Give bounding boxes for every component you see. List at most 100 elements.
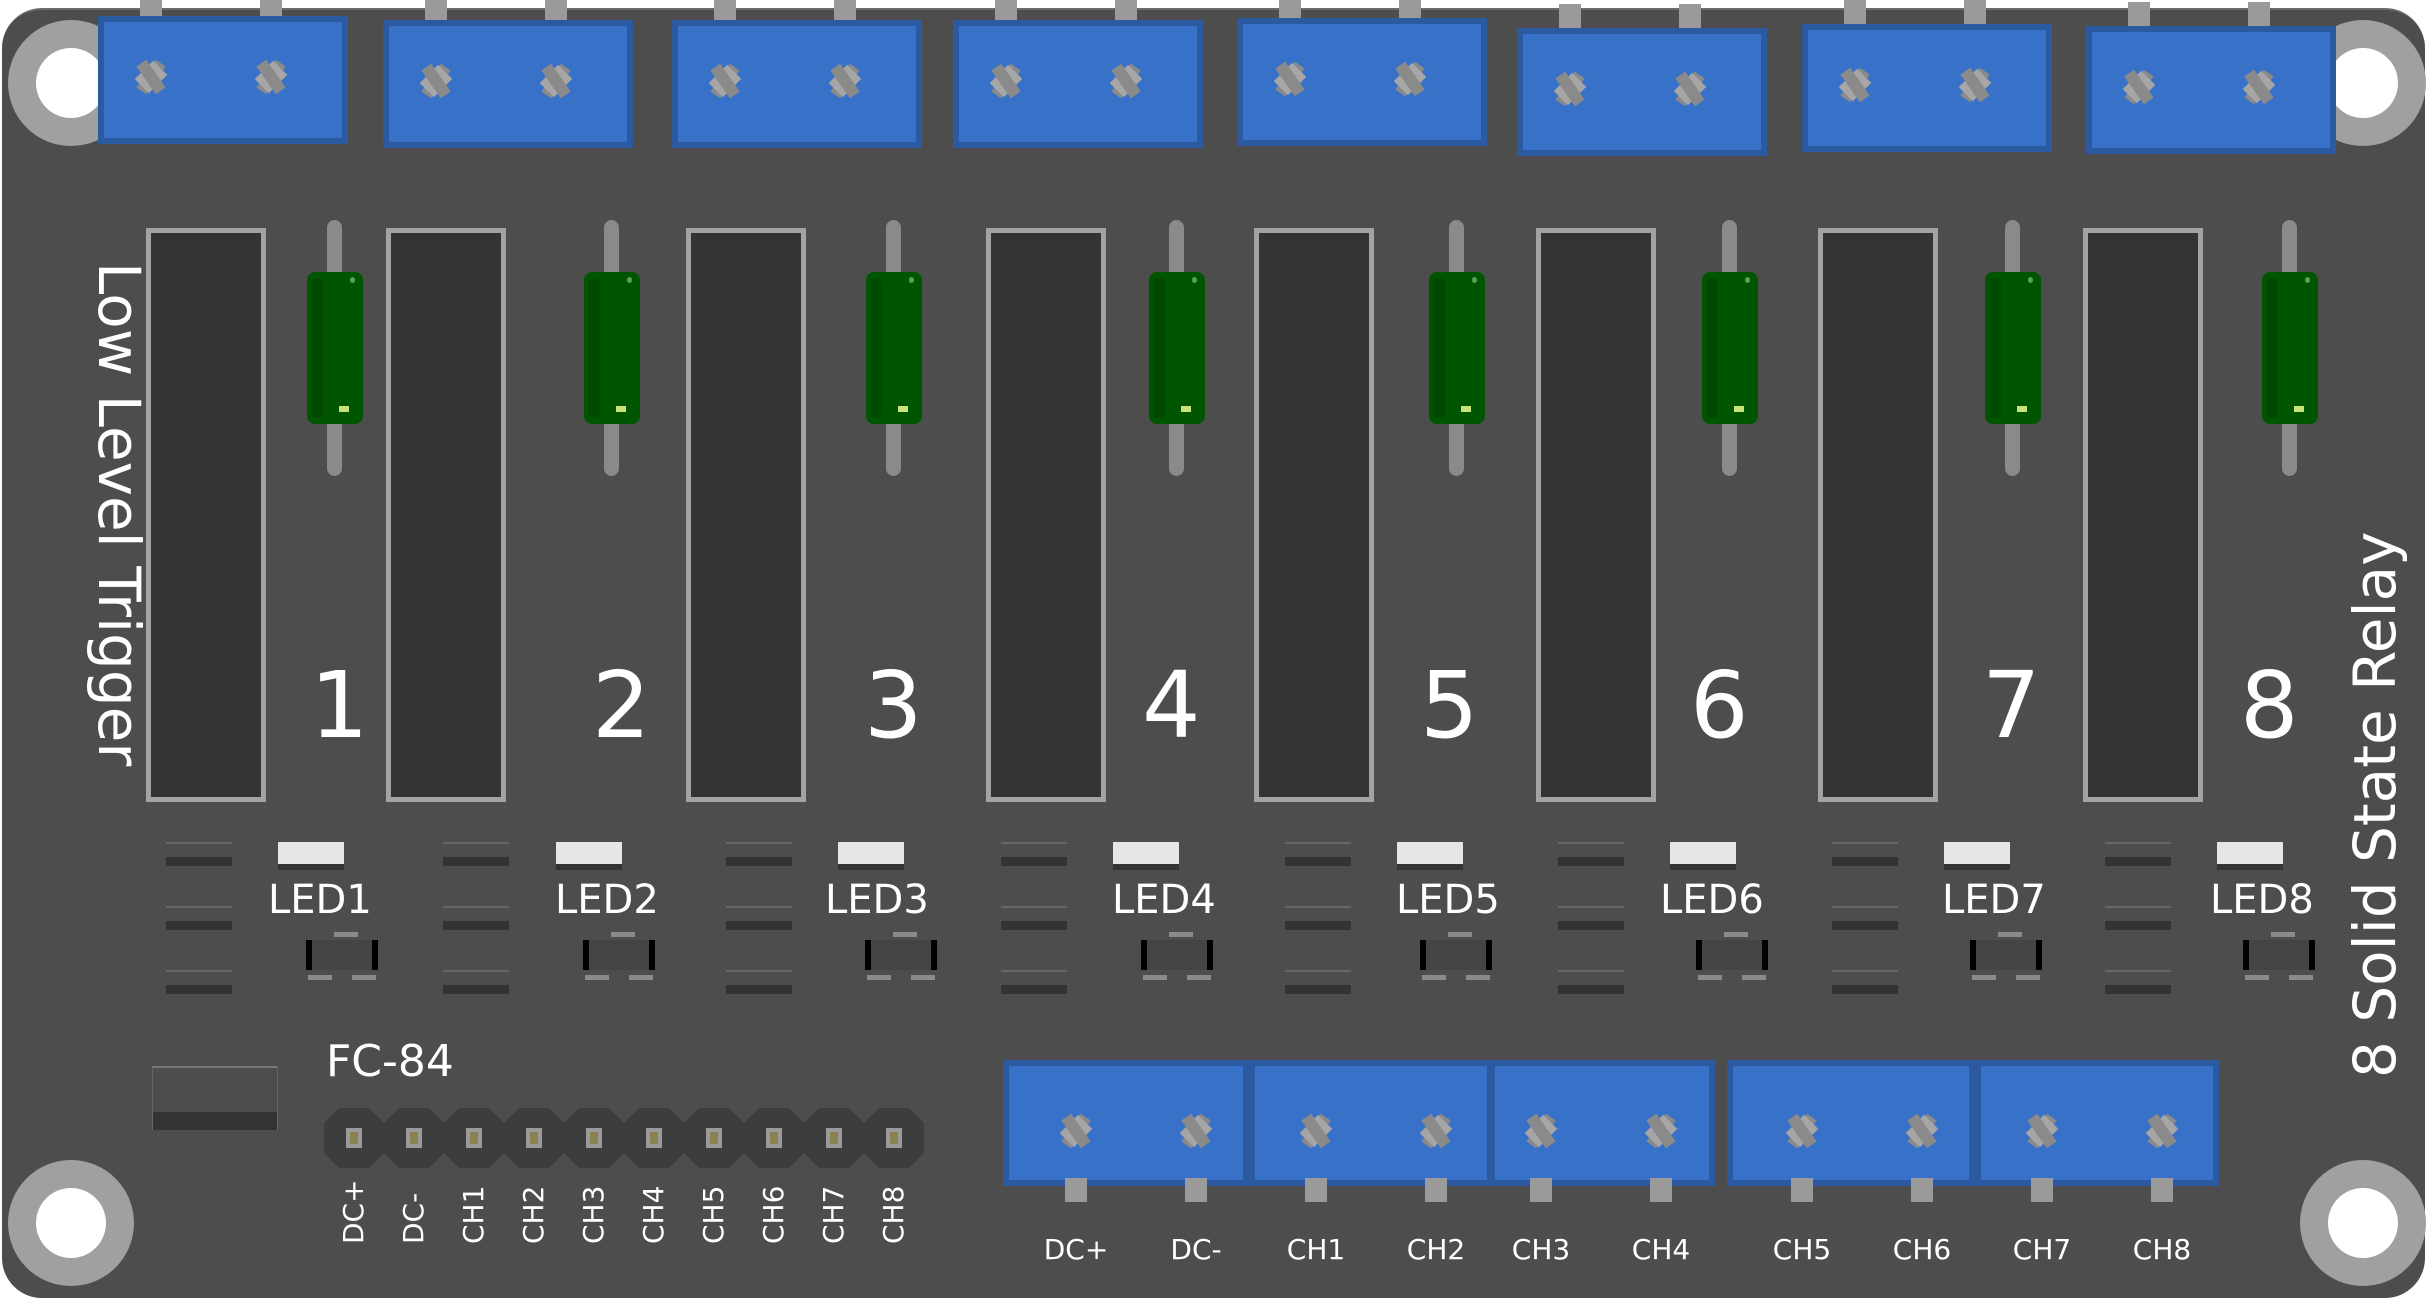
terminal-block-bottom-3[interactable] (1489, 1060, 1715, 1186)
led-indicator (1670, 842, 1736, 870)
terminal-block-top-2[interactable] (383, 0, 633, 148)
terminal-block-top-3[interactable] (672, 0, 922, 148)
resistor-icon (1429, 272, 1485, 424)
terminal-block-top-8[interactable] (2086, 2, 2336, 154)
relay-number: 3 (864, 652, 923, 759)
screw-icon (1273, 62, 1307, 96)
screw-icon (539, 64, 573, 98)
header-outline (152, 1066, 278, 1130)
board-title-left: Low Level Trigger (85, 262, 153, 767)
smd-pad (1285, 970, 1351, 994)
screw-icon (419, 64, 453, 98)
screw-icon (1958, 68, 1992, 102)
header-pin-ch4[interactable] (624, 1108, 684, 1168)
header-pin-ch6[interactable] (744, 1108, 804, 1168)
smd-pad (1001, 970, 1067, 994)
header-pin-dcplus[interactable] (324, 1108, 384, 1168)
led-label: LED8 (2210, 877, 2314, 923)
terminal-label: CH5 (1772, 1233, 1832, 1266)
solid-state-relay-8 (2083, 228, 2203, 802)
terminal-pin (1530, 1178, 1552, 1202)
smd-pad (1001, 906, 1067, 930)
solid-state-relay-6 (1536, 228, 1656, 802)
led-indicator (1944, 842, 2010, 870)
terminal-label: CH1 (1286, 1233, 1346, 1266)
header-pin-ch8[interactable] (864, 1108, 924, 1168)
solid-state-relay-1 (146, 228, 266, 802)
header-pin-ch7[interactable] (804, 1108, 864, 1168)
screw-icon (1059, 1114, 1093, 1148)
transistor-chip (306, 932, 378, 980)
relay-number: 4 (1142, 652, 1201, 759)
terminal-block-bottom-4[interactable] (1727, 1060, 1975, 1186)
resistor-icon (1149, 272, 1205, 424)
terminal-label: CH4 (1631, 1233, 1691, 1266)
led-label: LED4 (1112, 877, 1216, 923)
terminal-pin (1964, 0, 1986, 24)
screw-icon (254, 60, 288, 94)
terminal-block-top-1[interactable] (98, 0, 348, 144)
terminal-pin (1305, 1178, 1327, 1202)
screw-icon (1838, 68, 1872, 102)
terminal-pin (1559, 4, 1581, 28)
header-pin-ch2[interactable] (504, 1108, 564, 1168)
terminal-block-top-6[interactable] (1517, 4, 1767, 156)
screw-icon (828, 64, 862, 98)
smd-pad (443, 970, 509, 994)
terminal-pin (2128, 2, 2150, 26)
screw-icon (2122, 70, 2156, 104)
terminal-block-bottom-2[interactable] (1249, 1060, 1493, 1186)
terminal-pin (260, 0, 282, 16)
terminal-pin (1279, 0, 1301, 18)
terminal-label: CH6 (1892, 1233, 1952, 1266)
transistor-chip (865, 932, 937, 980)
header-pin-ch1[interactable] (444, 1108, 504, 1168)
transistor-chip (1141, 932, 1213, 980)
terminal-pin (1911, 1178, 1933, 1202)
resistor-icon (1985, 272, 2041, 424)
smd-pad (443, 906, 509, 930)
screw-icon (1179, 1114, 1213, 1148)
resistor-icon (2262, 272, 2318, 424)
smd-pad (1832, 970, 1898, 994)
screw-icon (2145, 1114, 2179, 1148)
screw-icon (1393, 62, 1427, 96)
header-pin-label: DC+ (337, 1179, 370, 1244)
terminal-block-top-7[interactable] (1802, 0, 2052, 152)
header-pin-label: CH1 (457, 1185, 490, 1244)
header-pin-dcminus[interactable] (384, 1108, 444, 1168)
relay-number: 8 (2240, 652, 2299, 759)
screw-icon (1419, 1114, 1453, 1148)
terminal-block-bottom-5[interactable] (1975, 1060, 2219, 1186)
smd-pad (1558, 842, 1624, 866)
terminal-pin (140, 0, 162, 16)
header-pin-label: CH8 (877, 1185, 910, 1244)
header-pin-label: DC- (397, 1192, 430, 1244)
screw-icon (2025, 1114, 2059, 1148)
header-pin-label: CH6 (757, 1185, 790, 1244)
transistor-chip (1420, 932, 1492, 980)
terminal-pin (1185, 1178, 1207, 1202)
transistor-chip (1696, 932, 1768, 980)
screw-icon (1524, 1114, 1558, 1148)
terminal-pin (1399, 0, 1421, 18)
screw-icon (708, 64, 742, 98)
terminal-block-top-4[interactable] (953, 0, 1203, 148)
transistor-chip (583, 932, 655, 980)
screw-icon (1109, 64, 1143, 98)
terminal-pin (2031, 1178, 2053, 1202)
smd-pad (726, 970, 792, 994)
header-pin-label: CH7 (817, 1185, 850, 1244)
terminal-block-bottom-1[interactable] (1003, 1060, 1249, 1186)
relay-number: 1 (310, 652, 369, 759)
terminal-block-top-5[interactable] (1237, 0, 1487, 146)
header-pin-ch5[interactable] (684, 1108, 744, 1168)
screw-icon (2242, 70, 2276, 104)
led-indicator (278, 842, 344, 870)
resistor-icon (866, 272, 922, 424)
header-pin-ch3[interactable] (564, 1108, 624, 1168)
relay-number: 5 (1420, 652, 1479, 759)
led-label: LED3 (825, 877, 929, 923)
mounting-hole-bottom-right (2300, 1160, 2426, 1286)
smd-pad (166, 906, 232, 930)
